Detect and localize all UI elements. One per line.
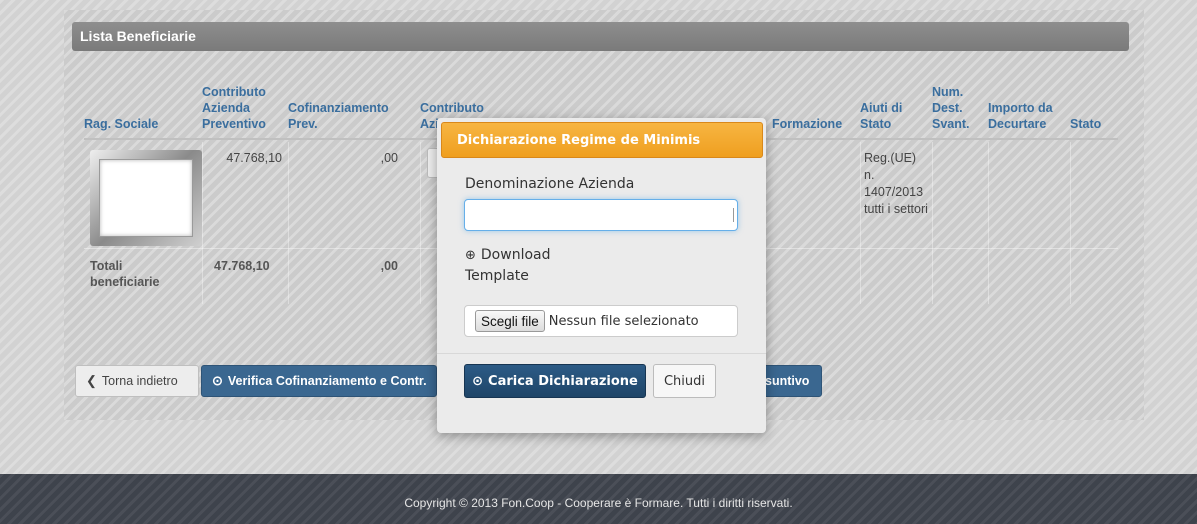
dialog-title: Dichiarazione Regime de Minimis — [441, 122, 763, 158]
close-button[interactable]: Chiudi — [653, 364, 716, 398]
row-cofinanziamento: ,00 — [380, 151, 398, 165]
header-stato: Stato — [1070, 66, 1118, 140]
header-importo-decurtare: Importo da Decurtare — [988, 66, 1070, 140]
header-cofinanziamento-prev: Cofinanziamento Prev. — [288, 66, 420, 140]
footer: Copyright © 2013 Fon.Coop - Cooperare è … — [0, 474, 1197, 524]
header-rag-sociale: Rag. Sociale — [84, 66, 202, 140]
check-circle-icon: ⊙ — [212, 373, 223, 388]
input-cursor — [733, 208, 734, 222]
consuntivo-button[interactable]: suntivo — [760, 365, 822, 397]
verify-button-label: Verifica Cofinanziamento e Contr. — [227, 374, 427, 388]
download-circle-icon: ⊕ — [465, 248, 476, 263]
copyright-text: Copyright © 2013 Fon.Coop - Cooperare è … — [404, 496, 793, 510]
choose-file-button[interactable]: Scegli file — [475, 310, 545, 332]
header-contributo-preventivo: Contributo Azienda Preventivo — [202, 66, 288, 140]
header-formazione: Formazione — [772, 66, 860, 140]
company-logo-placeholder — [90, 150, 202, 246]
dialog-divider — [437, 353, 766, 354]
company-name-input[interactable] — [464, 199, 738, 231]
download-template-link[interactable]: ⊕ Download Template — [465, 245, 585, 286]
consuntivo-button-label: suntivo — [765, 374, 810, 388]
company-name-label: Denominazione Azienda — [465, 176, 635, 192]
totals-contributo: 47.768,10 — [214, 259, 270, 273]
totals-label: Totali beneficiarie — [90, 259, 160, 289]
upload-declaration-button[interactable]: ⊙ Carica Dichiarazione — [464, 364, 646, 398]
row-contributo: 47.768,10 — [226, 151, 282, 165]
verify-cofinancing-button[interactable]: ⊙ Verifica Cofinanziamento e Contr. — [201, 365, 437, 397]
back-button-label: Torna indietro — [101, 374, 178, 388]
panel-title: Lista Beneficiarie — [72, 22, 1129, 51]
download-template-label: Download Template — [465, 247, 551, 284]
upload-button-label: Carica Dichiarazione — [488, 373, 638, 389]
header-num-dest: Num. Dest. Svant. — [932, 66, 988, 140]
header-aiuti-stato: Aiuti di Stato — [860, 66, 932, 140]
file-status: Nessun file selezionato — [548, 313, 699, 329]
back-button[interactable]: ❮ Torna indietro — [75, 365, 199, 397]
upload-circle-icon: ⊙ — [472, 373, 484, 389]
row-aiuti-stato: Reg.(UE) n. 1407/2013 tutti i settori — [864, 151, 928, 216]
totals-cofinanziamento: ,00 — [380, 259, 398, 273]
file-chooser: Scegli file Nessun file selezionato — [464, 305, 738, 337]
chevron-left-icon: ❮ — [86, 373, 97, 388]
minimis-dialog: Dichiarazione Regime de Minimis Denomina… — [437, 118, 766, 433]
